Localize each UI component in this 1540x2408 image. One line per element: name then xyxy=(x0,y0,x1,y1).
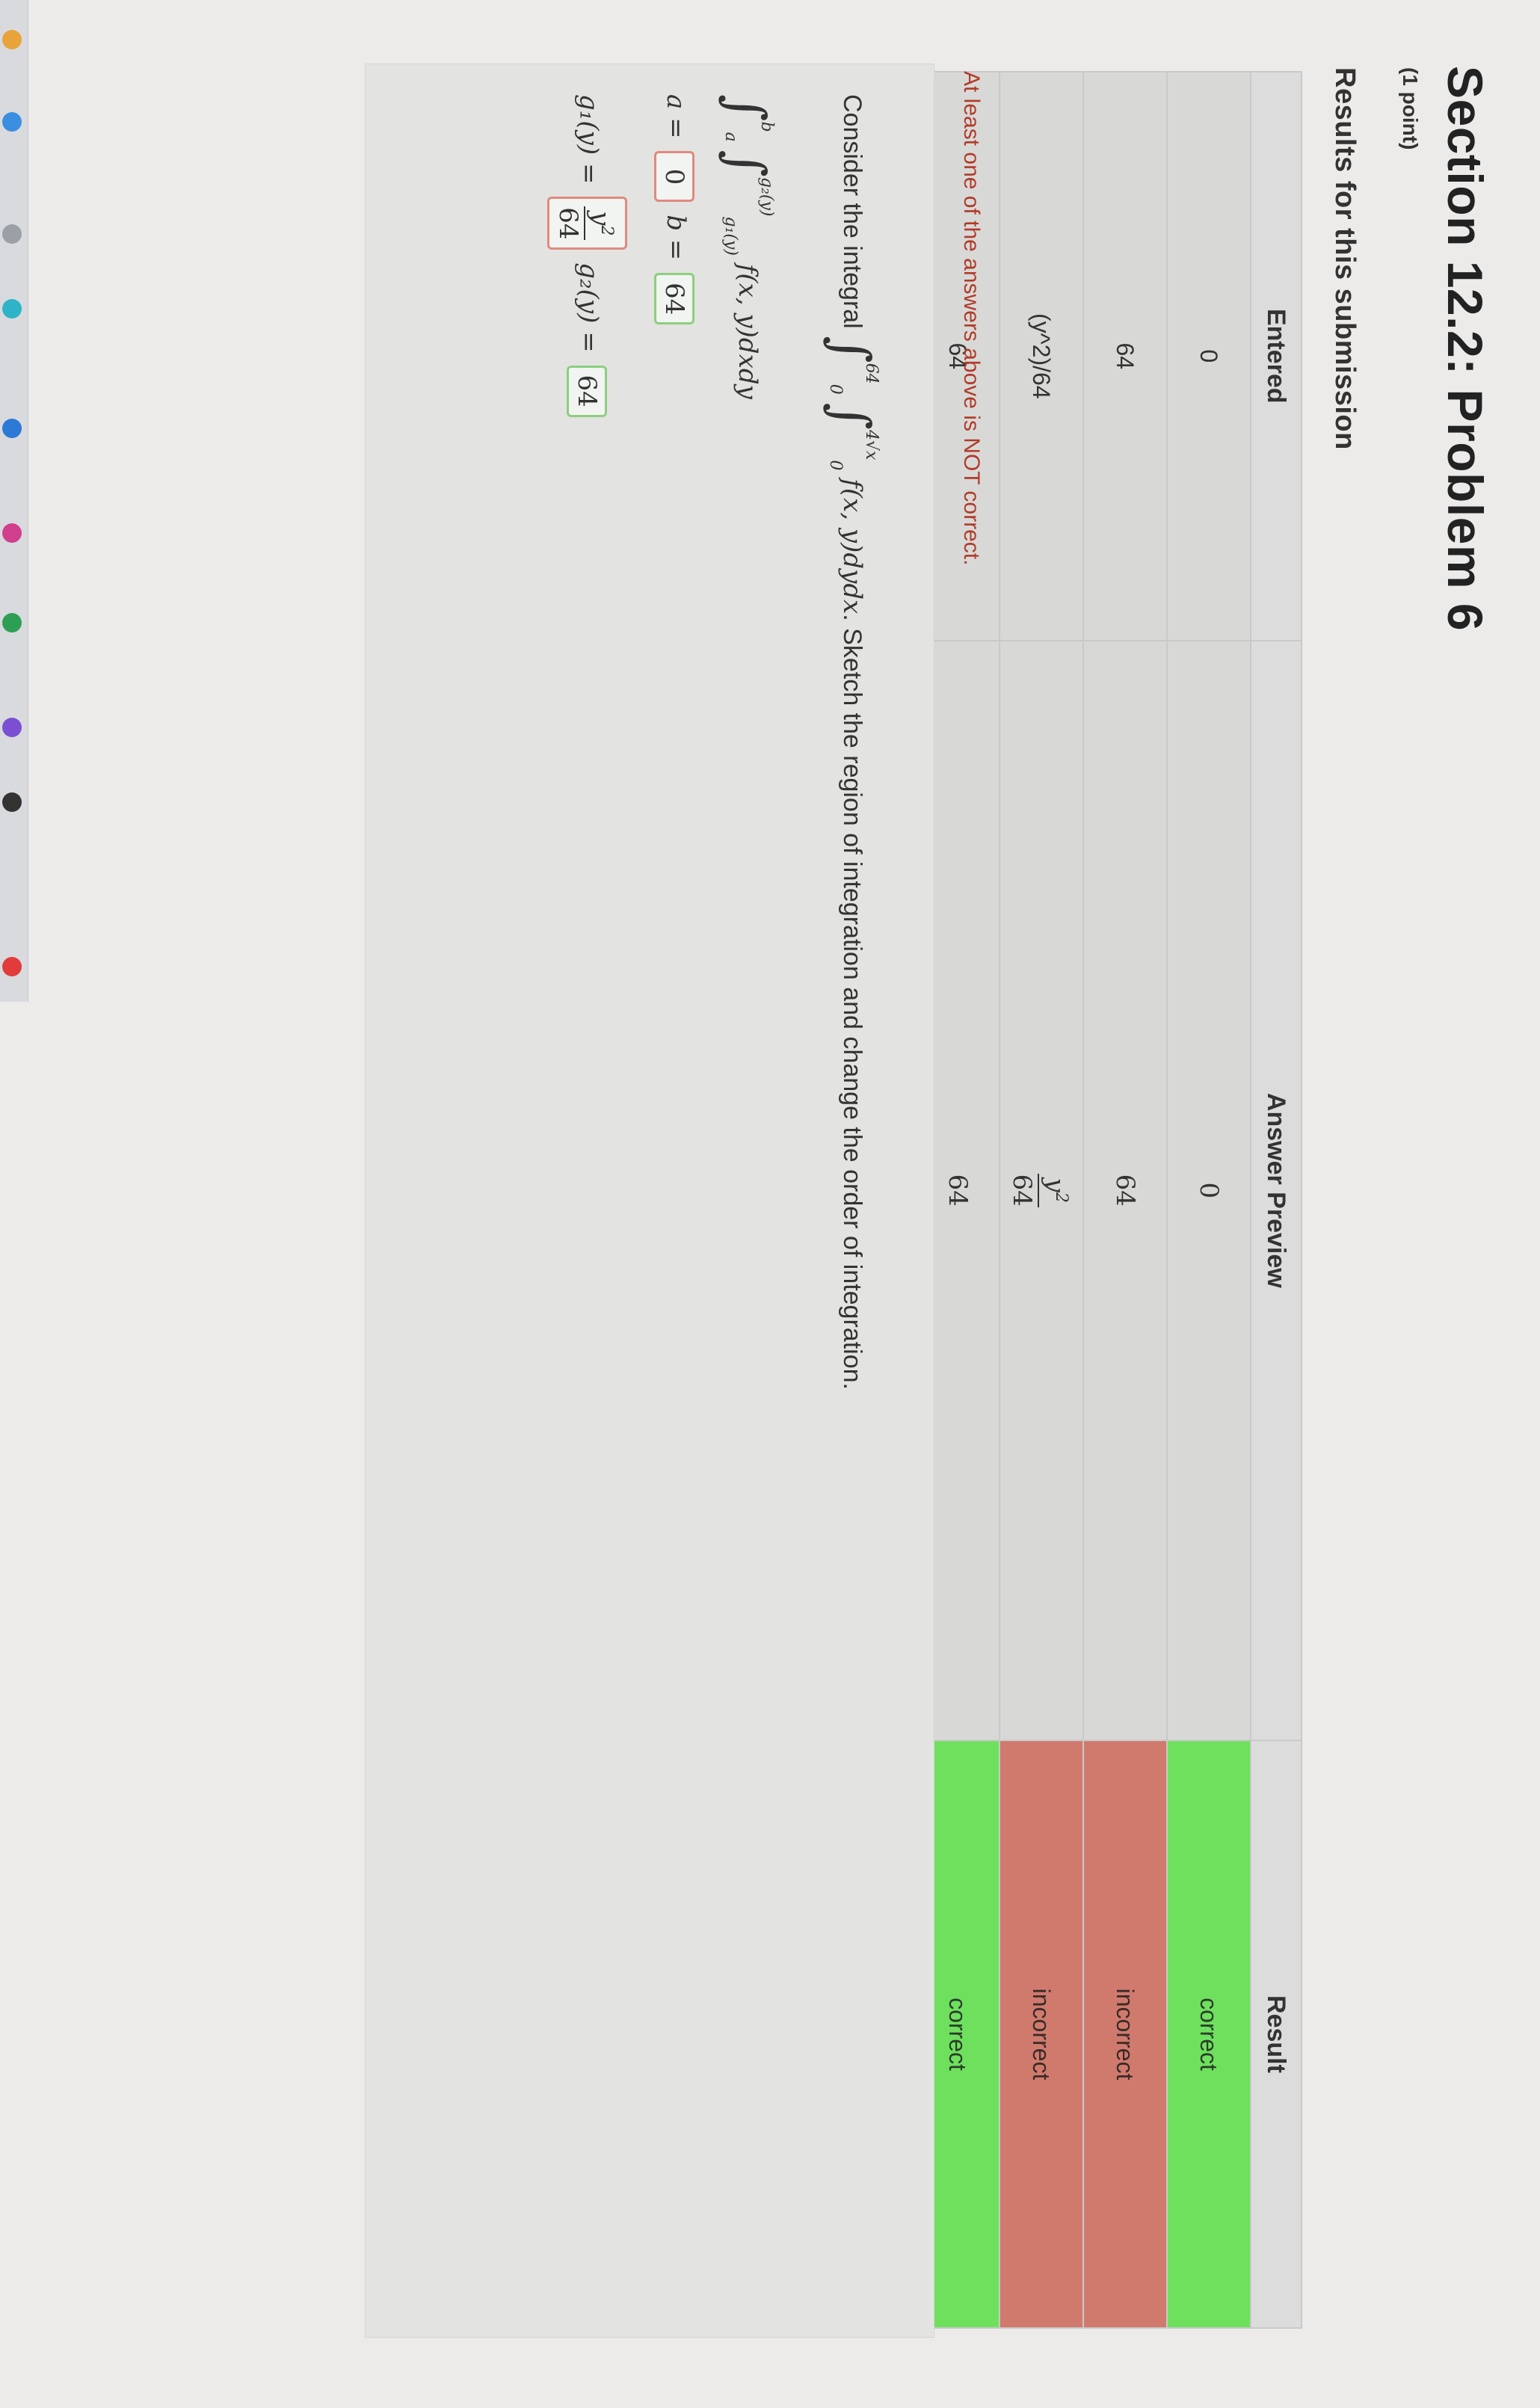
table-row: (y^2)/64 y2 64 incorrect xyxy=(1000,72,1083,2328)
g2-label: g₂(y) = xyxy=(573,262,604,353)
app-icon[interactable] xyxy=(2,523,22,543)
problem-statement: Consider the integral ∫640 ∫4√x0 f(x, y)… xyxy=(365,64,934,2338)
integral-sign: ∫ xyxy=(715,94,777,122)
table-header-row: Entered Answer Preview Result xyxy=(1251,72,1302,2328)
preview-fraction: y2 64 xyxy=(1006,1173,1077,1207)
page-title: Section 12.2: Problem 6 xyxy=(1438,66,1493,632)
result-cell: correct xyxy=(1167,1740,1251,2328)
app-icon[interactable] xyxy=(2,112,22,132)
page: Section 12.2: Problem 6 (1 point) Result… xyxy=(0,0,1540,2408)
entered-cell: (y^2)/64 xyxy=(1000,72,1083,641)
preview-cell: 0 xyxy=(1167,640,1251,1740)
results-heading: Results for this submission xyxy=(1329,67,1361,450)
result-cell: incorrect xyxy=(1083,1740,1167,2328)
g1-answer-field[interactable]: y2 64 xyxy=(546,197,627,250)
preview-cell: y2 64 xyxy=(1000,640,1083,1740)
bounds-row: a = 0 b = 64 xyxy=(654,94,694,329)
functions-row: g₁(y) = y2 64 g₂(y) = 64 xyxy=(546,94,627,422)
problem-intro: Consider the integral xyxy=(838,94,866,329)
app-icon[interactable] xyxy=(2,718,22,737)
inner-lower-limit: 0 xyxy=(826,460,845,471)
a-label: a = xyxy=(661,94,691,139)
fraction-numerator: y xyxy=(585,211,616,226)
outer-upper-limit: b xyxy=(757,121,776,132)
fraction-exponent: 2 xyxy=(1051,1192,1071,1203)
table-row: 0 0 correct xyxy=(1167,72,1251,2328)
inner-upper-limit: g₂(y) xyxy=(757,177,776,217)
outer-lower-limit: 0 xyxy=(826,384,845,395)
table-row: 64 64 incorrect xyxy=(1083,72,1167,2328)
integrand: f(x, y)dxdy xyxy=(733,263,763,399)
entered-cell: 64 xyxy=(1083,72,1167,641)
g1-fraction: y2 64 xyxy=(552,206,622,241)
outer-upper-limit: 64 xyxy=(862,363,881,384)
fraction-denominator: 64 xyxy=(552,207,583,240)
integral-sign: ∫ xyxy=(820,336,881,363)
problem-prompt: Consider the integral ∫640 ∫4√x0 f(x, y)… xyxy=(820,94,881,1390)
integral-sign: ∫ xyxy=(715,150,777,177)
column-header-answer-preview: Answer Preview xyxy=(1251,640,1302,1740)
inner-upper-limit: 4√x xyxy=(862,429,881,461)
app-icon[interactable] xyxy=(2,957,22,976)
result-cell: incorrect xyxy=(1000,1740,1083,2328)
problem-instructions: . Sketch the region of integration and c… xyxy=(838,614,866,1390)
integrand: f(x, y)dydx xyxy=(837,478,867,615)
integral-sign: ∫ xyxy=(820,402,881,430)
preview-cell: 64 xyxy=(1083,640,1167,1740)
rewritten-integral: ∫ba ∫g₂(y)g₁(y) f(x, y)dxdy xyxy=(715,94,777,399)
outer-lower-limit: a xyxy=(721,132,740,142)
a-answer-field[interactable]: 0 xyxy=(654,151,694,203)
fraction-numerator: y xyxy=(1040,1177,1071,1192)
fraction-denominator: 64 xyxy=(1007,1174,1038,1207)
app-icon[interactable] xyxy=(2,224,22,244)
fraction-exponent: 2 xyxy=(597,225,616,236)
taskbar xyxy=(0,0,28,1002)
points-label: (1 point) xyxy=(1399,67,1422,150)
g1-label: g₁(y) = xyxy=(573,94,604,185)
column-header-result: Result xyxy=(1251,1740,1302,2328)
app-icon[interactable] xyxy=(2,419,22,438)
app-icon[interactable] xyxy=(2,613,22,632)
app-icon[interactable] xyxy=(2,792,22,812)
column-header-entered: Entered xyxy=(1251,72,1302,641)
app-icon[interactable] xyxy=(2,30,22,49)
inner-lower-limit: g₁(y) xyxy=(721,216,740,256)
b-label: b = xyxy=(661,215,691,261)
app-icon[interactable] xyxy=(2,299,22,318)
incorrect-warning: At least one of the answers above is NOT… xyxy=(959,71,984,566)
g2-answer-field[interactable]: 64 xyxy=(567,365,608,417)
entered-cell: 0 xyxy=(1167,72,1251,641)
b-answer-field[interactable]: 64 xyxy=(654,273,694,325)
